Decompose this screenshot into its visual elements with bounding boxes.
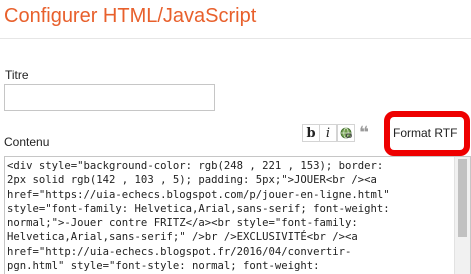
title-label: Titre: [5, 68, 29, 82]
editor-content[interactable]: <div style="background-color: rgb(248 , …: [5, 157, 453, 273]
page-title: Configurer HTML/JavaScript: [4, 5, 257, 27]
quote-button[interactable]: ❝: [355, 124, 373, 142]
scrollbar-thumb[interactable]: [458, 159, 467, 237]
editor-scrollbar[interactable]: [454, 157, 470, 274]
link-globe-icon: [340, 127, 352, 139]
format-rtf-link[interactable]: Format RTF: [393, 126, 457, 140]
bold-button[interactable]: b: [302, 124, 320, 142]
header-divider: [0, 38, 471, 39]
insert-link-button[interactable]: [337, 124, 355, 142]
html-content-editor[interactable]: <div style="background-color: rgb(248 , …: [4, 156, 471, 274]
title-input[interactable]: [4, 84, 215, 111]
content-label: Contenu: [4, 135, 50, 149]
italic-button[interactable]: i: [319, 124, 337, 142]
